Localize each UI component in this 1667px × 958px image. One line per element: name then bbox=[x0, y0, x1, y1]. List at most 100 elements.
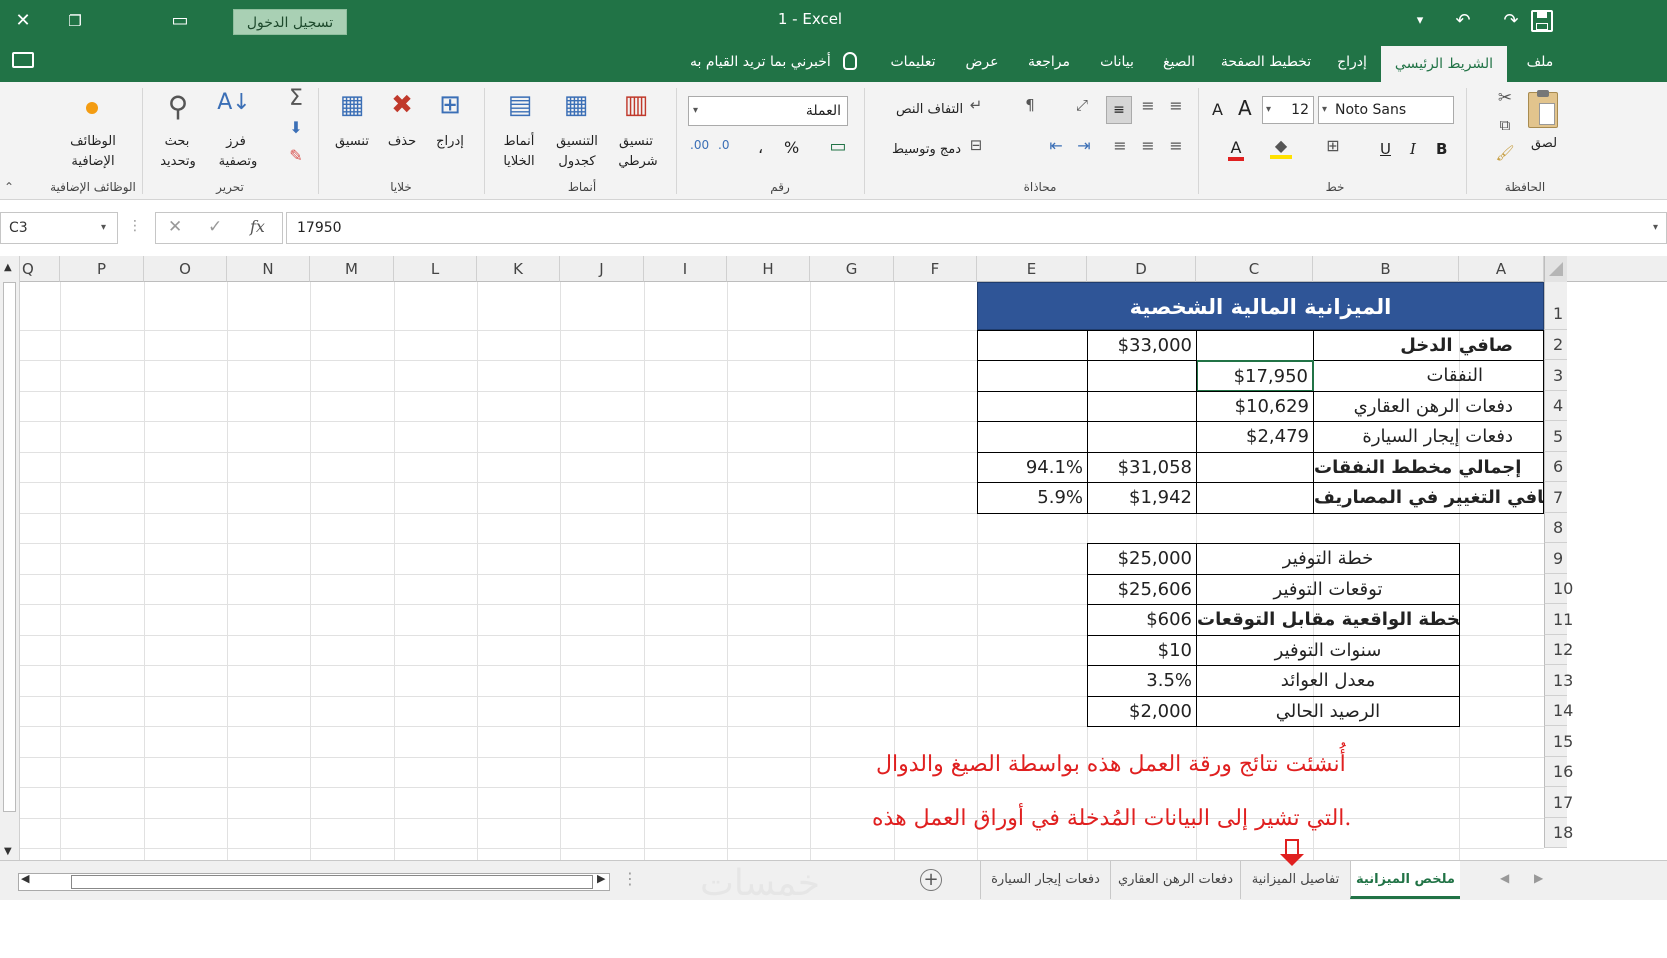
column-header-k[interactable]: K bbox=[477, 256, 560, 282]
find-icon[interactable]: ⚲ bbox=[160, 90, 196, 123]
comma-style-button[interactable]: ، bbox=[758, 138, 763, 157]
column-header-n[interactable]: N bbox=[227, 256, 310, 282]
cell[interactable] bbox=[1087, 421, 1197, 453]
net-change-value[interactable]: $1,942 bbox=[1087, 482, 1197, 514]
conditional-formatting-icon[interactable]: ▥ bbox=[618, 90, 654, 120]
column-header-a[interactable]: A bbox=[1459, 256, 1544, 282]
increase-decimal-button[interactable]: .0 bbox=[718, 138, 729, 152]
borders-icon[interactable]: ⊞ bbox=[1322, 136, 1344, 155]
font-size-select[interactable]: ▾ 12 bbox=[1262, 96, 1314, 124]
formula-bar-options-icon[interactable]: ⋮ bbox=[128, 218, 142, 234]
sort-filter-icon[interactable]: A↓ bbox=[214, 90, 254, 115]
font-name-select[interactable]: ▾ Noto Sans bbox=[1318, 96, 1454, 124]
sheet-tab-mortgage[interactable]: دفعات الرهن العقاري bbox=[1110, 861, 1240, 899]
insert-cells-icon[interactable]: ⊞ bbox=[432, 90, 468, 120]
row-header[interactable]: 2 bbox=[1544, 330, 1567, 360]
paste-icon[interactable] bbox=[1528, 90, 1558, 128]
sort-label-1[interactable]: فرز bbox=[216, 134, 256, 149]
find-label-2[interactable]: وتحديد bbox=[150, 154, 206, 169]
wrap-text-button[interactable]: التفاف النص bbox=[896, 102, 963, 117]
number-format-select[interactable]: ▾ العملة bbox=[688, 96, 848, 126]
clear-icon[interactable]: ✎ bbox=[286, 146, 306, 165]
column-header-p[interactable]: P bbox=[60, 256, 144, 282]
tab-view[interactable]: عرض bbox=[955, 42, 1009, 82]
add-sheet-icon[interactable]: + bbox=[920, 869, 942, 891]
sheet-tab-budget-details[interactable]: تفاصيل الميزانية bbox=[1240, 861, 1350, 899]
row-header[interactable]: 7 bbox=[1544, 482, 1567, 513]
split-handle-icon[interactable]: ⋮ bbox=[622, 869, 638, 888]
conditional-label-2[interactable]: شرطي bbox=[610, 154, 666, 169]
autosum-icon[interactable]: Σ bbox=[284, 86, 308, 111]
savings-label[interactable]: توقعات التوفير bbox=[1196, 574, 1460, 605]
row-header[interactable]: 16 bbox=[1544, 757, 1573, 787]
expenses-value-selected[interactable]: $17,950 bbox=[1196, 360, 1314, 392]
fill-color-icon[interactable]: ◆ bbox=[1270, 136, 1292, 159]
find-label-1[interactable]: بحث bbox=[152, 134, 202, 149]
cell-styles-icon[interactable]: ▤ bbox=[502, 90, 538, 120]
align-middle-icon[interactable]: ≡ bbox=[1136, 96, 1160, 115]
cancel-icon[interactable]: ✕ bbox=[168, 217, 182, 237]
tab-home[interactable]: الشريط الرئيسي bbox=[1381, 46, 1507, 82]
tab-help[interactable]: تعليمات bbox=[880, 42, 946, 82]
cell-styles-label-1[interactable]: أنماط bbox=[496, 134, 542, 149]
conditional-label-1[interactable]: تنسيق bbox=[610, 134, 662, 149]
ribbon-display-options-button[interactable]: ▭ bbox=[165, 8, 195, 34]
decrease-font-size-button[interactable]: A bbox=[1212, 100, 1223, 119]
total-planned-percent[interactable]: 94.1% bbox=[977, 452, 1088, 483]
row-header[interactable]: 8 bbox=[1544, 513, 1567, 543]
formula-input[interactable]: 17950 ▾ bbox=[286, 212, 1667, 244]
text-direction-icon[interactable]: ¶ bbox=[1018, 96, 1042, 114]
decrease-decimal-button[interactable]: .00 bbox=[690, 138, 709, 152]
cell[interactable] bbox=[1087, 391, 1197, 422]
budget-title-cell[interactable]: الميزانية المالية الشخصية bbox=[977, 282, 1544, 330]
insert-function-icon[interactable]: fx bbox=[250, 217, 265, 236]
tab-review[interactable]: مراجعة bbox=[1017, 42, 1081, 82]
sort-label-2[interactable]: وتصفية bbox=[210, 154, 266, 169]
column-header-f[interactable]: F bbox=[894, 256, 977, 282]
next-sheet-icon[interactable]: ◀ bbox=[1500, 871, 1509, 885]
delete-cells-icon[interactable]: ✖ bbox=[384, 90, 420, 120]
save-icon[interactable] bbox=[1531, 10, 1553, 32]
cell-styles-label-2[interactable]: الخلايا bbox=[494, 154, 544, 169]
accounting-format-icon[interactable]: ▭ bbox=[824, 136, 852, 157]
font-color-icon[interactable]: A bbox=[1228, 138, 1244, 161]
align-top-icon[interactable]: ≡ bbox=[1106, 96, 1132, 124]
row-header[interactable]: 12 bbox=[1544, 635, 1573, 665]
format-painter-icon[interactable]: 🖌 bbox=[1494, 144, 1516, 162]
restore-button[interactable]: ❐ bbox=[60, 8, 90, 34]
sheet-tab-car-lease[interactable]: دفعات إيجار السيارة bbox=[980, 861, 1110, 899]
enter-icon[interactable]: ✓ bbox=[208, 217, 222, 237]
column-header-m[interactable]: M bbox=[310, 256, 394, 282]
savings-value[interactable]: $25,606 bbox=[1087, 574, 1197, 605]
merge-center-button[interactable]: دمج وتوسيط bbox=[892, 142, 961, 157]
expenses-label[interactable]: النفقات bbox=[1313, 360, 1544, 392]
worksheet-grid[interactable]: A B C D E F G H I J K L M N O P Q ▲ ▼ 1 … bbox=[0, 256, 1667, 860]
column-header-q[interactable]: Q bbox=[20, 256, 60, 282]
bold-button[interactable]: B bbox=[1436, 140, 1447, 158]
column-header-d[interactable]: D bbox=[1087, 256, 1196, 282]
column-header-g[interactable]: G bbox=[810, 256, 894, 282]
underline-button[interactable]: U bbox=[1380, 140, 1391, 158]
addins-label-2[interactable]: الإضافية bbox=[48, 154, 138, 169]
sign-in-button[interactable]: تسجيل الدخول bbox=[233, 9, 347, 35]
cut-icon[interactable]: ✂ bbox=[1494, 88, 1516, 108]
savings-value[interactable]: $25,000 bbox=[1087, 543, 1197, 575]
net-change-label[interactable]: صافي التغيير في المصاريف bbox=[1313, 482, 1544, 514]
car-lease-label[interactable]: دفعات إيجار السيارة bbox=[1313, 421, 1544, 453]
format-cells-icon[interactable]: ▦ bbox=[334, 90, 370, 120]
mortgage-value[interactable]: $10,629 bbox=[1196, 391, 1314, 422]
collapse-ribbon-icon[interactable]: ⌃ bbox=[4, 180, 14, 194]
format-button[interactable]: تنسيق bbox=[330, 134, 374, 149]
row-header[interactable]: 5 bbox=[1544, 421, 1567, 452]
copy-icon[interactable]: ⧉ bbox=[1494, 116, 1516, 134]
align-center-icon[interactable]: ≡ bbox=[1136, 136, 1160, 155]
savings-label[interactable]: سنوات التوفير bbox=[1196, 635, 1460, 666]
undo-button[interactable]: ↷ bbox=[1496, 8, 1526, 34]
sheet-tab-budget-summary[interactable]: ملخص الميزانية bbox=[1350, 861, 1460, 899]
cell[interactable] bbox=[977, 421, 1088, 453]
total-planned-value[interactable]: $31,058 bbox=[1087, 452, 1197, 483]
row-header[interactable]: 3 bbox=[1544, 360, 1567, 391]
column-header-i[interactable]: I bbox=[644, 256, 727, 282]
net-income-value[interactable]: $33,000 bbox=[1087, 330, 1197, 361]
insert-button[interactable]: إدراج bbox=[432, 134, 468, 149]
